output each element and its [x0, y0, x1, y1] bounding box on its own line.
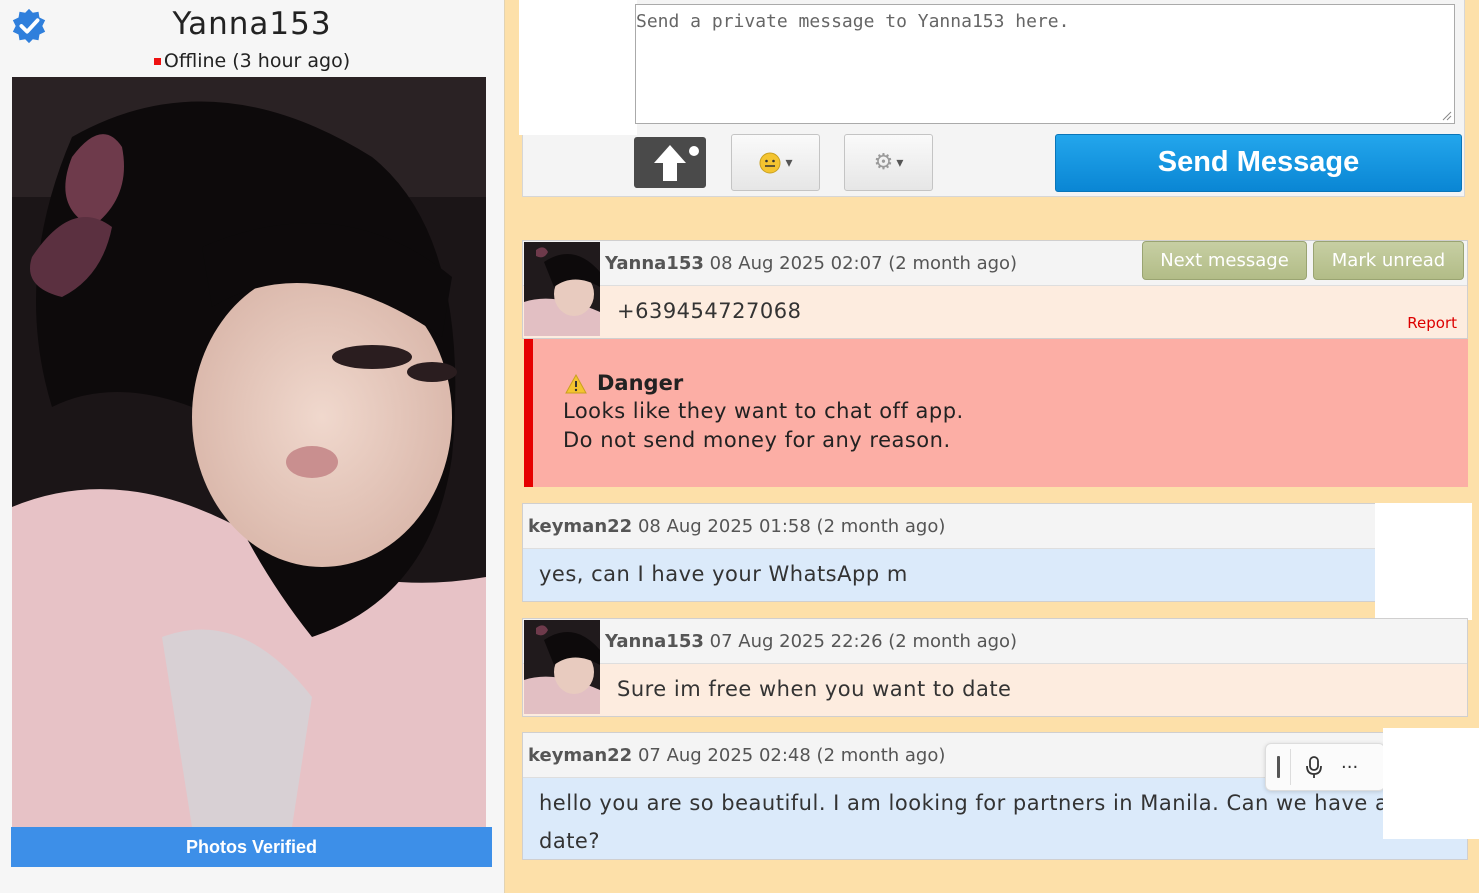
message-meta: Yanna153 07 Aug 2025 22:26 (2 month ago) — [605, 631, 1017, 652]
send-message-button[interactable]: Send Message — [1055, 134, 1462, 192]
danger-line-1: Looks like they want to chat off app. — [563, 399, 964, 423]
profile-panel: Yanna153 Offline (3 hour ago) Photos Ver… — [0, 0, 505, 893]
toolbar-divider — [1290, 749, 1291, 785]
message-text-line-2: date? — [539, 829, 600, 853]
message-date: 08 Aug 2025 01:58 (2 month ago) — [637, 516, 946, 537]
chevron-down-icon: ▾ — [785, 154, 793, 171]
offline-dot-icon — [153, 58, 161, 65]
message-date: 07 Aug 2025 22:26 (2 month ago) — [709, 631, 1018, 652]
message-item: Yanna153 07 Aug 2025 22:26 (2 month ago)… — [522, 618, 1468, 717]
message-date: 08 Aug 2025 02:07 (2 month ago) — [709, 253, 1018, 274]
gear-icon: ⚙ — [873, 150, 894, 175]
status-text: Offline (3 hour ago) — [163, 50, 351, 72]
profile-photo[interactable] — [12, 77, 486, 827]
camera-upload-icon — [654, 145, 699, 181]
danger-warning: Danger Looks like they want to chat off … — [524, 339, 1468, 487]
text-cursor-icon[interactable] — [1277, 756, 1280, 778]
sender-avatar[interactable] — [524, 242, 600, 336]
compose-blank-area — [519, 0, 637, 135]
avatar-image — [524, 242, 600, 336]
microphone-icon[interactable] — [1305, 755, 1323, 779]
danger-line-2: Do not send money for any reason. — [563, 428, 951, 452]
message-text: yes, can I have your WhatsApp m — [539, 562, 908, 586]
chevron-down-icon: ▾ — [896, 154, 904, 171]
avatar-image — [524, 620, 600, 714]
message-date: 07 Aug 2025 02:48 (2 month ago) — [637, 745, 946, 766]
message-meta: keyman22 08 Aug 2025 01:58 (2 month ago) — [528, 516, 945, 537]
message-meta: Yanna153 08 Aug 2025 02:07 (2 month ago) — [605, 253, 1017, 274]
sender-avatar[interactable] — [524, 620, 600, 714]
resize-handle-icon[interactable] — [1440, 109, 1452, 121]
sender-name[interactable]: Yanna153 — [605, 253, 704, 274]
sender-name[interactable]: Yanna153 — [605, 631, 704, 652]
profile-photo-image — [12, 77, 486, 827]
smiley-icon — [759, 152, 781, 173]
mark-unread-button[interactable]: Mark unread — [1313, 241, 1464, 280]
settings-dropdown-button[interactable]: ⚙ ▾ — [844, 134, 933, 191]
message-placeholder: Send a private message to Yanna153 here. — [636, 11, 1070, 32]
message-text: +639454727068 — [617, 299, 802, 323]
more-options-icon[interactable]: ··· — [1341, 757, 1358, 778]
online-status: Offline (3 hour ago) — [0, 50, 504, 72]
danger-title: Danger — [597, 371, 684, 395]
message-text: Sure im free when you want to date — [617, 677, 1012, 701]
photos-verified-banner: Photos Verified — [11, 827, 492, 867]
photo-upload-button[interactable] — [634, 137, 706, 188]
sender-name[interactable]: keyman22 — [528, 745, 632, 766]
next-message-button[interactable]: Next message — [1142, 241, 1307, 280]
report-link[interactable]: Report — [1407, 314, 1457, 332]
sender-name[interactable]: keyman22 — [528, 516, 632, 537]
warning-icon — [565, 374, 587, 394]
blank-overlay — [1375, 503, 1472, 620]
message-meta: keyman22 07 Aug 2025 02:48 (2 month ago) — [528, 745, 945, 766]
message-text-line-1: hello you are so beautiful. I am looking… — [539, 791, 1389, 815]
message-item: keyman22 08 Aug 2025 01:58 (2 month ago)… — [522, 503, 1468, 602]
profile-username: Yanna153 — [172, 6, 332, 42]
floating-text-toolbar: ··· — [1265, 743, 1385, 791]
message-input[interactable]: Send a private message to Yanna153 here. — [635, 4, 1455, 124]
emoji-dropdown-button[interactable]: ▾ — [731, 134, 820, 191]
blank-overlay — [1383, 728, 1479, 839]
